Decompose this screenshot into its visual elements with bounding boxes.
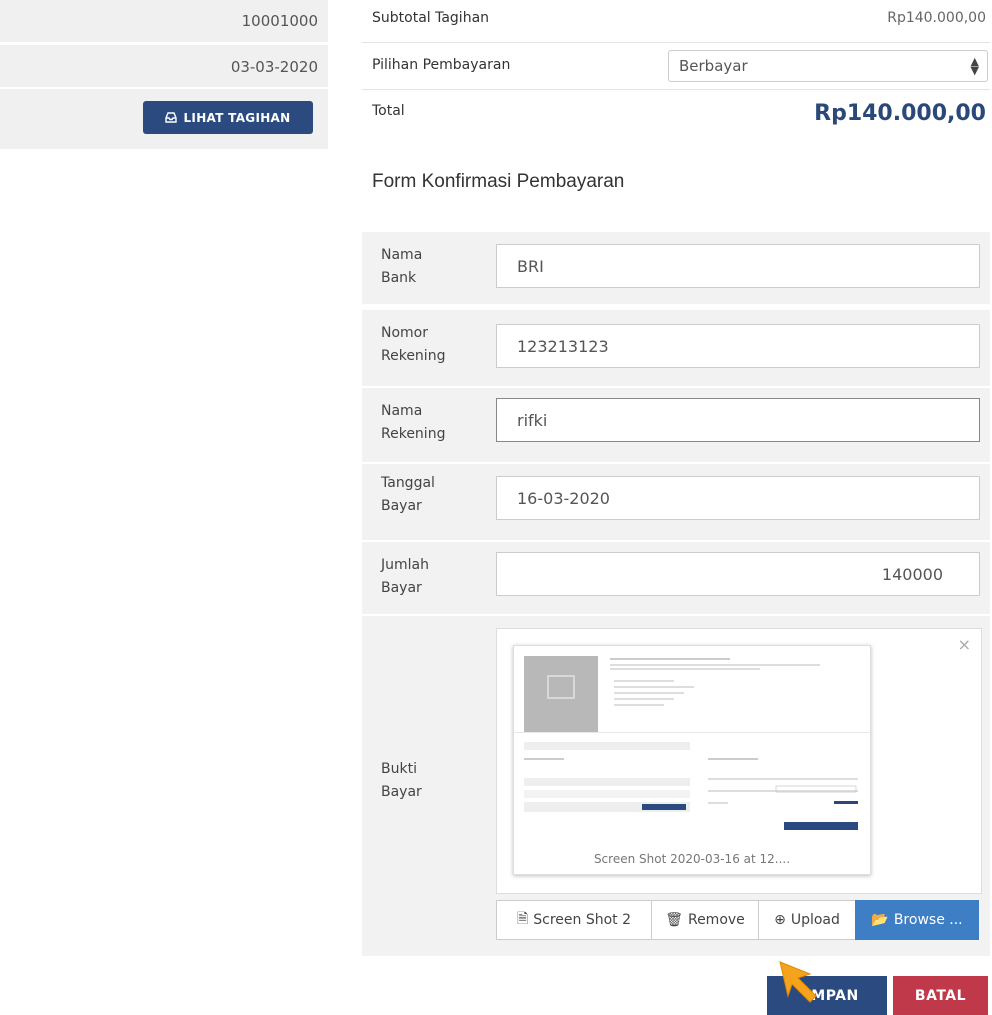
form-row-jumlah-bayar: Jumlah Bayar 140000	[362, 542, 990, 614]
pilihan-pembayaran-label: Pilihan Pembayaran	[372, 57, 511, 73]
label-line: Rekening	[381, 348, 446, 364]
file-icon: 🗎	[516, 911, 529, 927]
file-input-group: 🗎 Screen Shot 2 🗑 Remove ⊕ Upload 📂 Brow…	[496, 900, 979, 940]
form-row-bukti-bayar: Bukti Bayar × Screen Shot 2020-03-16 at …	[362, 616, 990, 956]
lihat-tagihan-row: LIHAT TAGIHAN	[0, 89, 328, 149]
subtotal-label: Subtotal Tagihan	[372, 10, 490, 26]
batal-label: BATAL	[914, 987, 967, 1004]
label-line: Bayar	[381, 580, 422, 596]
jumlah-bayar-input[interactable]: 140000	[496, 552, 980, 596]
file-name-field[interactable]: 🗎 Screen Shot 2	[496, 900, 652, 940]
form-row-tanggal-bayar: Tanggal Bayar 16-03-2020	[362, 464, 990, 540]
remove-button[interactable]: 🗑 Remove	[651, 900, 759, 940]
cursor-arrow-icon	[779, 961, 817, 1003]
folder-open-icon: 📂	[871, 912, 889, 928]
file-preview-caption: Screen Shot 2020-03-16 at 12....	[593, 852, 791, 866]
select-arrows-icon: ▲ ▼	[970, 55, 979, 77]
nomor-rekening-label: Nomor Rekening	[381, 322, 481, 368]
nama-rekening-label: Nama Rekening	[381, 400, 481, 446]
label-line: Bayar	[381, 784, 422, 800]
browse-label: Browse ...	[893, 912, 963, 928]
trash-icon: 🗑	[665, 912, 683, 928]
tanggal-tagihan-value: 03-03-2020	[230, 58, 318, 76]
nama-bank-input[interactable]: BRI	[496, 244, 980, 288]
screenshot-preview-image	[514, 656, 870, 830]
tanggal-bayar-input[interactable]: 16-03-2020	[496, 476, 980, 520]
label-line: Bayar	[381, 498, 422, 514]
upload-icon: ⊕	[774, 912, 786, 928]
jumlah-bayar-label: Jumlah Bayar	[381, 554, 481, 600]
pilihan-pembayaran-value: Berbayar	[679, 57, 748, 75]
file-name-label: Screen Shot 2	[533, 912, 632, 928]
label-line: Rekening	[381, 426, 446, 442]
lihat-tagihan-button[interactable]: LIHAT TAGIHAN	[143, 101, 313, 134]
lihat-tagihan-label: LIHAT TAGIHAN	[183, 110, 291, 125]
file-thumbnail[interactable]: Screen Shot 2020-03-16 at 12....	[513, 645, 871, 875]
total-label: Total	[372, 103, 405, 119]
nama-bank-label: Nama Bank	[381, 244, 481, 290]
nomor-tagihan-value: 10001000	[241, 12, 318, 30]
nama-rekening-input[interactable]: rifki	[496, 398, 980, 442]
inbox-icon	[165, 112, 178, 123]
form-title: Form Konfirmasi Pembayaran	[372, 171, 625, 192]
remove-label: Remove	[687, 912, 745, 928]
upload-button[interactable]: ⊕ Upload	[758, 900, 856, 940]
upload-label: Upload	[790, 912, 840, 928]
file-preview-box: × Screen Shot 2020-03-16 at 12....	[496, 628, 982, 894]
browse-button[interactable]: 📂 Browse ...	[855, 900, 979, 940]
label-line: Bank	[381, 270, 417, 286]
total-value: Rp140.000,00	[814, 101, 986, 126]
label-line: Nama	[381, 247, 423, 263]
form-row-nama-bank: Nama Bank BRI	[362, 232, 990, 304]
label-line: Bukti	[381, 761, 417, 777]
batal-button[interactable]: BATAL	[893, 976, 988, 1015]
label-line: Tanggal	[381, 475, 435, 491]
bukti-bayar-label: Bukti Bayar	[381, 758, 481, 804]
tanggal-bayar-label: Tanggal Bayar	[381, 472, 481, 518]
nomor-rekening-input[interactable]: 123213123	[496, 324, 980, 368]
close-icon[interactable]: ×	[958, 635, 971, 654]
tanggal-tagihan-row: 03-03-2020	[0, 45, 328, 87]
form-row-nama-rekening: Nama Rekening rifki	[362, 388, 990, 462]
nomor-tagihan-row: 10001000	[0, 0, 328, 42]
divider	[362, 42, 990, 43]
label-line: Nomor	[381, 325, 428, 341]
label-line: Jumlah	[381, 557, 429, 573]
pilihan-pembayaran-select[interactable]: Berbayar ▲ ▼	[668, 50, 988, 82]
label-line: Nama	[381, 403, 423, 419]
divider	[362, 89, 990, 90]
subtotal-value: Rp140.000,00	[887, 10, 986, 26]
form-row-nomor-rekening: Nomor Rekening 123213123	[362, 310, 990, 386]
